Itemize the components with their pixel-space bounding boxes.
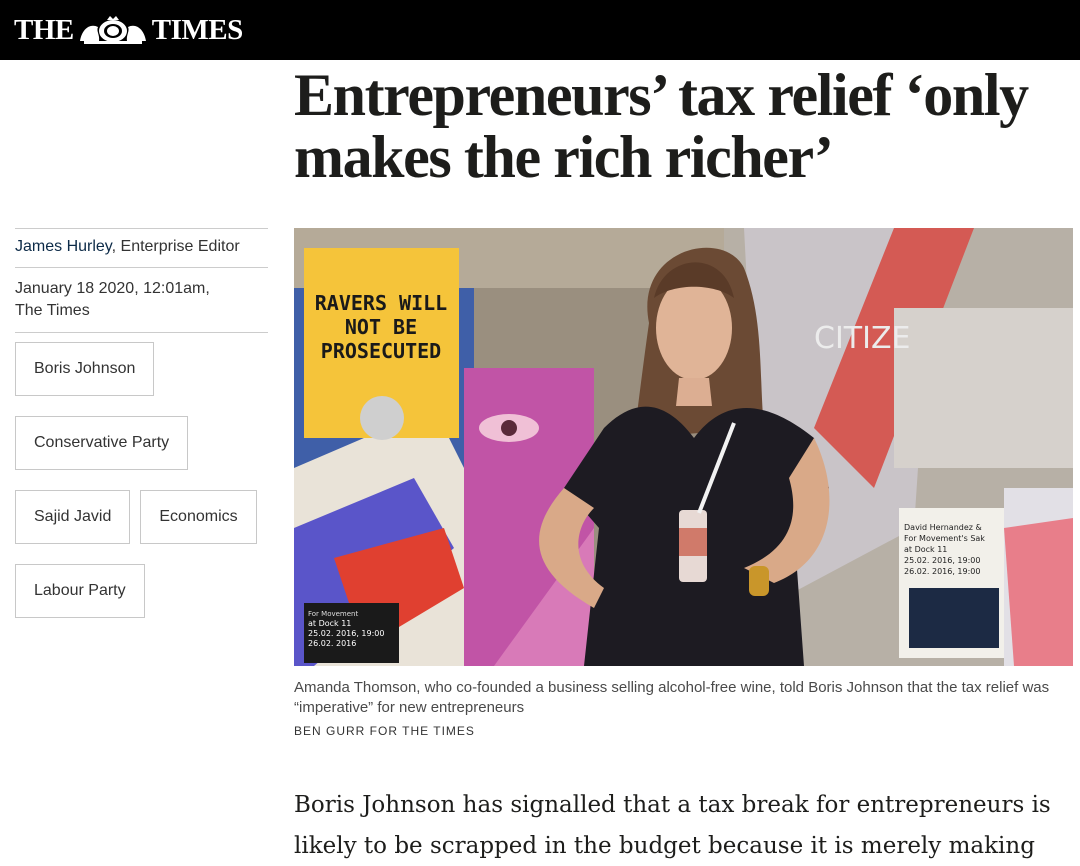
wall-lettering: CITIZE <box>814 321 910 356</box>
poster-line-2: NOT BE <box>345 315 417 339</box>
photo-credit: BEN GURR FOR THE TIMES <box>294 724 475 738</box>
tag-conservative-party[interactable]: Conservative Party <box>15 416 189 470</box>
tag-boris-johnson[interactable]: Boris Johnson <box>15 342 155 396</box>
poster-line-3: PROSECUTED <box>321 339 441 363</box>
photo-illustration: RAVERS WILL NOT BE PROSECUTED CITIZE Dav… <box>294 228 1073 666</box>
small-flyer-line-2: at Dock 11 <box>308 619 351 628</box>
flyer-line-5: 26.02. 2016, 19:00 <box>904 567 981 576</box>
small-flyer-line-1: For Movement <box>308 610 358 618</box>
flyer-line-1: David Hernandez & <box>904 523 982 532</box>
publish-date: January 18 2020, 12:01am, <box>15 280 210 297</box>
article-sidebar: James Hurley, Enterprise Editor January … <box>15 228 268 618</box>
dateline: January 18 2020, 12:01am, The Times <box>15 268 268 332</box>
royal-crest-icon <box>79 16 146 44</box>
author-link[interactable]: James Hurley <box>15 238 112 255</box>
the-times-logo[interactable]: THE TIMES <box>14 14 243 47</box>
article-headline: Entrepreneurs’ tax relief ‘only makes th… <box>294 62 1029 190</box>
masthead: THE TIMES <box>0 0 1080 60</box>
photo-caption: Amanda Thomson, who co-founded a busines… <box>294 679 1050 716</box>
tag-labour-party[interactable]: Labour Party <box>15 564 145 618</box>
tag-economics[interactable]: Economics <box>140 490 257 544</box>
logo-word-the: THE <box>14 13 74 46</box>
small-flyer-line-3: 25.02. 2016, 19:00 <box>308 629 385 638</box>
article-body-paragraph: Boris Johnson has signalled that a tax b… <box>294 792 1051 859</box>
author-role: , Enterprise Editor <box>111 238 240 255</box>
logo-word-times: TIMES <box>151 13 243 46</box>
poster-line-1: RAVERS WILL <box>315 291 447 315</box>
article-photo[interactable]: RAVERS WILL NOT BE PROSECUTED CITIZE Dav… <box>294 228 1073 666</box>
byline: James Hurley, Enterprise Editor <box>15 229 268 267</box>
flyer-line-2: For Movement's Sak <box>904 534 985 543</box>
flyer-line-3: at Dock 11 <box>904 545 947 554</box>
tag-sajid-javid[interactable]: Sajid Javid <box>15 490 131 544</box>
flyer-line-4: 25.02. 2016, 19:00 <box>904 556 981 565</box>
publication-name: The Times <box>15 302 90 319</box>
small-flyer-line-4: 26.02. 2016 <box>308 639 356 648</box>
topic-tags: Boris Johnson Conservative Party Sajid J… <box>15 333 268 618</box>
